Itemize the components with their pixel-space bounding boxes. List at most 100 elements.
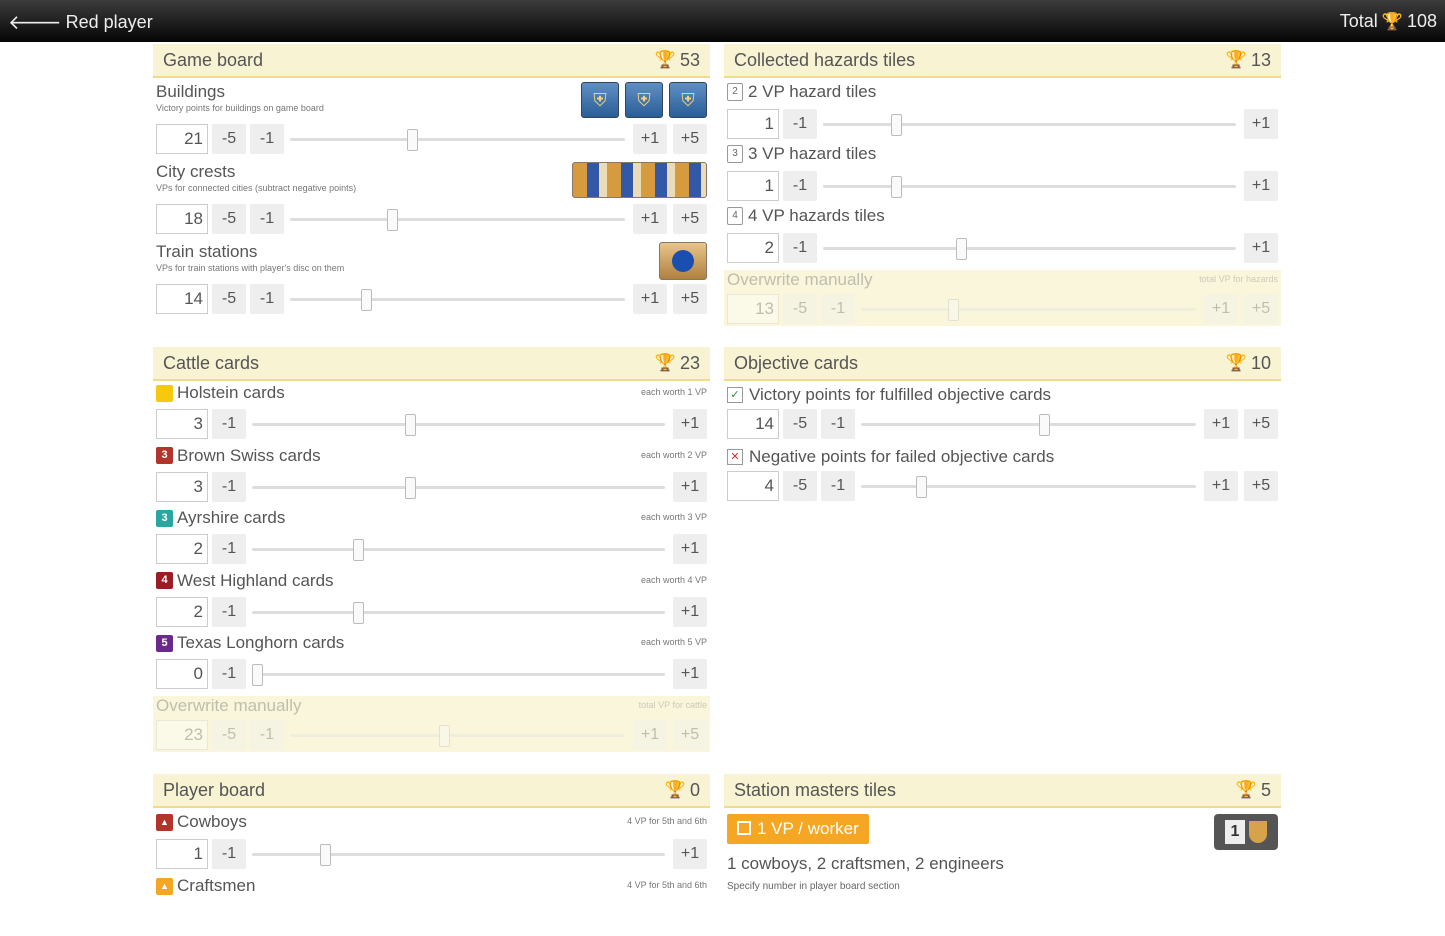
slider-handle[interactable] [891,114,903,136]
slider-track[interactable] [823,185,1236,188]
minus-1-button[interactable]: -1 [212,596,246,627]
minus-5-button[interactable]: -5 [212,204,246,234]
plus-1-button[interactable]: +1 [673,659,707,689]
value-input[interactable]: 14 [727,409,779,439]
plus-1-button[interactable]: +1 [673,409,707,439]
value-input[interactable]: 18 [156,204,208,234]
value-input[interactable]: 3 [156,409,208,439]
minus-1-button[interactable]: -1 [783,109,817,139]
value-input[interactable]: 1 [156,839,208,869]
slider-handle[interactable] [387,209,399,231]
slider-handle[interactable] [948,299,960,321]
plus-1-button[interactable]: +1 [633,720,667,750]
plus-1-button[interactable]: +1 [633,124,667,154]
minus-1-button[interactable]: -1 [783,171,817,201]
slider-track[interactable] [861,308,1196,311]
value-input[interactable]: 21 [156,124,208,154]
slider-track[interactable] [252,485,665,489]
minus-1-button[interactable]: -1 [783,233,817,263]
plus-1-button[interactable]: +1 [673,471,707,502]
slider-handle[interactable] [404,414,416,436]
value-input[interactable]: 14 [156,284,208,314]
plus-5-button[interactable]: +5 [1244,409,1278,439]
slider-handle[interactable] [320,844,332,866]
value-input[interactable]: 1 [727,109,779,139]
slider-track[interactable] [861,485,1196,488]
plus-5-button[interactable]: +5 [1244,471,1278,501]
value-input[interactable]: 3 [156,471,208,502]
plus-1-button[interactable]: +1 [1204,294,1238,324]
plus-5-button[interactable]: +5 [673,284,707,314]
slider-track[interactable] [290,218,625,221]
plus-1-button[interactable]: +1 [1244,109,1278,139]
plus-1-button[interactable]: +1 [1204,471,1238,501]
plus-1-button[interactable]: +1 [633,204,667,234]
plus-5-button[interactable]: +5 [1244,294,1278,324]
value-input[interactable]: 2 [156,596,208,627]
back-button[interactable]: 🡐 Red player [8,10,153,35]
plus-1-button[interactable]: +1 [1244,171,1278,201]
minus-5-button[interactable]: -5 [783,409,817,439]
slider-track[interactable] [290,138,625,141]
minus-1-button[interactable]: -1 [212,409,246,439]
slider-track[interactable] [252,610,665,614]
minus-1-button[interactable]: -1 [250,124,284,154]
plus-5-button[interactable]: +5 [673,720,707,750]
plus-1-button[interactable]: +1 [633,284,667,314]
slider-handle[interactable] [955,238,967,260]
minus-5-button[interactable]: -5 [212,284,246,314]
slider-track[interactable] [823,123,1236,126]
minus-1-button[interactable]: -1 [250,204,284,234]
value-input[interactable]: 13 [727,294,779,324]
minus-1-button[interactable]: -1 [212,471,246,502]
cross-icon: ✕ [727,449,743,465]
value-input[interactable]: 2 [727,233,779,263]
minus-5-button[interactable]: -5 [212,124,246,154]
minus-1-button[interactable]: -1 [212,839,246,869]
slider-track[interactable] [252,423,665,426]
value-input[interactable]: 2 [156,534,208,564]
value-input[interactable]: 4 [727,471,779,501]
plus-5-button[interactable]: +5 [673,204,707,234]
slider-handle[interactable] [352,539,364,561]
minus-5-button[interactable]: -5 [212,720,246,750]
minus-1-button[interactable]: -1 [212,659,246,689]
plus-1-button[interactable]: +1 [673,839,707,869]
minus-1-button[interactable]: -1 [250,284,284,314]
slider-track[interactable] [290,734,625,737]
minus-1-button[interactable]: -1 [821,409,855,439]
slider-handle[interactable] [406,129,418,151]
minus-5-button[interactable]: -5 [783,294,817,324]
value-input[interactable]: 23 [156,720,208,750]
plus-1-button[interactable]: +1 [673,534,707,564]
plus-1-button[interactable]: +1 [1204,409,1238,439]
slider-handle[interactable] [916,476,928,498]
slider-track[interactable] [290,298,625,301]
slider-handle[interactable] [1039,414,1051,436]
value-input[interactable]: 1 [727,171,779,201]
slider-handle[interactable] [439,725,451,747]
minus-1-button[interactable]: -1 [821,294,855,324]
slider-handle[interactable] [891,176,903,198]
slider-track[interactable] [252,853,665,856]
minus-1-button[interactable]: -1 [212,534,246,564]
slider-handle[interactable] [404,476,416,499]
slider-track[interactable] [252,548,665,551]
plus-1-button[interactable]: +1 [1244,233,1278,263]
minus-1-button[interactable]: -1 [250,720,284,750]
vp-per-worker-toggle[interactable]: 1 VP / worker [727,814,869,844]
slider-track[interactable] [861,423,1196,426]
minus-5-button[interactable]: -5 [783,471,817,501]
overwrite-manually-content: Overwrite manually total VP for cattle 23-… [153,696,710,752]
slider-track[interactable] [823,247,1236,250]
slider-track[interactable] [252,673,665,676]
value-input[interactable]: 0 [156,659,208,689]
slider-handle[interactable] [361,289,373,311]
plus-1-button[interactable]: +1 [673,596,707,627]
slider-handle[interactable] [252,664,263,686]
minus-1-button[interactable]: -1 [821,471,855,501]
value-control: 2 -1 +1 [156,534,707,564]
slider-handle[interactable] [352,601,364,624]
objective-row: ✓ Victory points for fulfilled objective … [724,385,1281,445]
plus-5-button[interactable]: +5 [673,124,707,154]
